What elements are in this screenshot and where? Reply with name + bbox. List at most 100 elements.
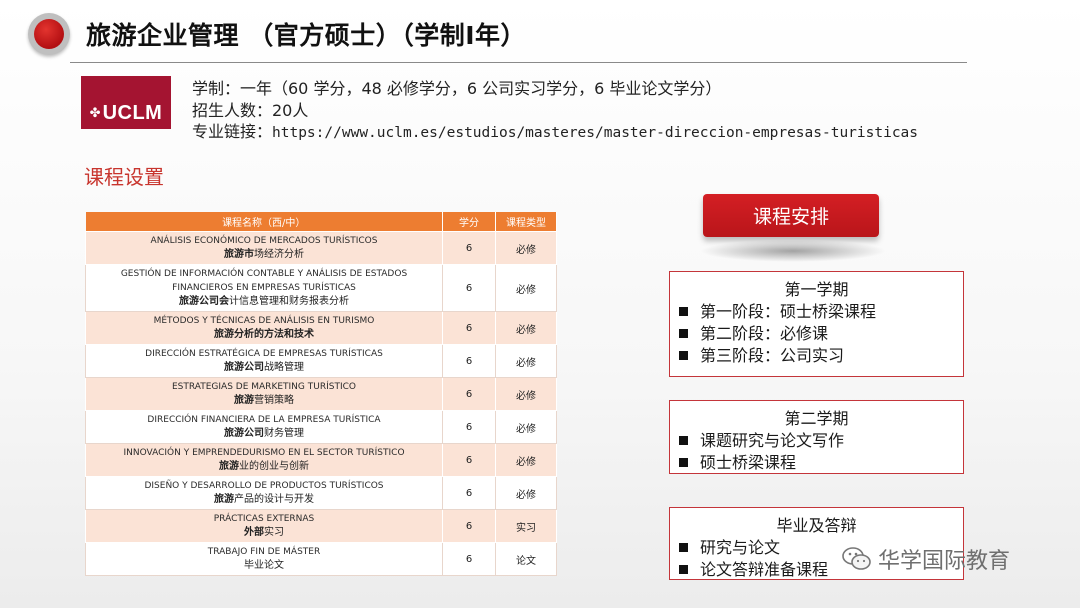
course-name-es: PRÁCTICAS EXTERNAS	[213, 514, 315, 524]
course-name-es: INNOVACIÓN Y EMPRENDEDURISMO EN EL SECTO…	[123, 448, 405, 458]
table-row: PRÁCTICAS EXTERNAS 外部实习 6 实习	[85, 509, 557, 543]
square-bullet-icon	[679, 458, 688, 467]
course-name-cell: TRABAJO FIN DE MÁSTER 毕业论文	[85, 542, 443, 576]
table-row: DIRECCIÓN FINANCIERA DE LA EMPRESA TURÍS…	[85, 410, 557, 444]
logo-text: UCLM	[102, 102, 163, 124]
watermark: 华学国际教育	[842, 543, 1010, 575]
course-name-zh: 旅游分析的方法和技术	[214, 329, 314, 340]
course-name-es: FINANCIEROS EN EMPRESAS TURÍSTICAS	[172, 283, 356, 293]
course-type-cell: 论文	[495, 542, 557, 576]
course-name-es: ANÁLISIS ECONÓMICO DE MERCADOS TURÍSTICO…	[150, 236, 378, 246]
course-name-zh: 旅游公司战略管理	[224, 362, 304, 373]
course-type-cell: 必修	[495, 443, 557, 477]
course-type-cell: 必修	[495, 311, 557, 345]
link-label: 专业链接：	[192, 122, 273, 141]
list-item: 第一阶段：硕士桥梁课程	[679, 301, 963, 323]
table-row: TRABAJO FIN DE MÁSTER 毕业论文 6 论文	[85, 542, 557, 576]
course-credits-cell: 6	[442, 344, 496, 378]
course-name-cell: GESTIÓN DE INFORMACIÓN CONTABLE Y ANÁLIS…	[85, 264, 443, 312]
course-name-es: DIRECCIÓN ESTRATÉGICA DE EMPRESAS TURÍST…	[145, 349, 383, 359]
list-item: 课题研究与论文写作	[679, 430, 963, 452]
course-name-cell: INNOVACIÓN Y EMPRENDEDURISMO EN EL SECTO…	[85, 443, 443, 477]
course-name-es: GESTIÓN DE INFORMACIÓN CONTABLE Y ANÁLIS…	[120, 269, 408, 279]
table-row: GESTIÓN DE INFORMACIÓN CONTABLE Y ANÁLIS…	[85, 264, 557, 312]
enrollment-line: 招生人数：20人	[192, 100, 309, 120]
block-title: 第二学期	[784, 409, 849, 428]
table-row: DIRECCIÓN ESTRATÉGICA DE EMPRESAS TURÍST…	[85, 344, 557, 378]
uclm-emblem-icon: ✤	[89, 106, 101, 121]
course-type-cell: 必修	[495, 377, 557, 411]
course-name-cell: DISEÑO Y DESARROLLO DE PRODUCTOS TURÍSTI…	[85, 476, 443, 510]
program-link[interactable]: https://www.uclm.es/estudios/masteres/ma…	[272, 125, 918, 141]
course-credits-cell: 6	[442, 476, 496, 510]
course-credits-cell: 6	[442, 443, 496, 477]
square-bullet-icon	[679, 565, 688, 574]
course-credits-cell: 6	[442, 311, 496, 345]
course-name-cell: PRÁCTICAS EXTERNAS 外部实习	[85, 509, 443, 543]
course-name-cell: DIRECCIÓN FINANCIERA DE LA EMPRESA TURÍS…	[85, 410, 443, 444]
course-type-cell: 必修	[495, 264, 557, 312]
course-name-es: DISEÑO Y DESARROLLO DE PRODUCTOS TURÍSTI…	[144, 481, 384, 491]
course-credits-cell: 6	[442, 542, 496, 576]
list-item: 第三阶段：公司实习	[679, 345, 963, 367]
course-credits-cell: 6	[442, 509, 496, 543]
table-row: ESTRATEGIAS DE MARKETING TURÍSTICO 旅游营销策略…	[85, 377, 557, 411]
table-row: ANÁLISIS ECONÓMICO DE MERCADOS TURÍSTICO…	[85, 231, 557, 265]
schedule-block-2: 第二学期 课题研究与论文写作 硕士桥梁课程	[669, 400, 964, 474]
course-type-cell: 必修	[495, 476, 557, 510]
title-bullet-icon	[28, 13, 70, 55]
course-name-zh: 旅游公司财务管理	[224, 428, 304, 439]
course-credits-cell: 6	[442, 264, 496, 312]
course-name-es: ESTRATEGIAS DE MARKETING TURÍSTICO	[172, 382, 356, 392]
header-course-name: 课程名称（西/中）	[85, 212, 443, 232]
square-bullet-icon	[679, 543, 688, 552]
course-credits-cell: 6	[442, 377, 496, 411]
course-name-zh: 旅游市场经济分析	[224, 249, 304, 260]
course-name-zh: 毕业论文	[244, 560, 284, 571]
table-row: INNOVACIÓN Y EMPRENDEDURISMO EN EL SECTO…	[85, 443, 557, 477]
square-bullet-icon	[679, 307, 688, 316]
duration-line: 学制：一年（60 学分，48 必修学分，6 公司实习学分，6 毕业论文学分）	[192, 79, 722, 98]
course-name-es: DIRECCIÓN FINANCIERA DE LA EMPRESA TURÍS…	[147, 415, 381, 425]
course-name-cell: ESTRATEGIAS DE MARKETING TURÍSTICO 旅游营销策略	[85, 377, 443, 411]
schedule-button[interactable]: 课程安排	[703, 194, 879, 237]
wechat-icon	[842, 547, 871, 570]
course-credits-cell: 6	[442, 410, 496, 444]
course-name-zh: 外部实习	[244, 527, 284, 538]
course-type-cell: 必修	[495, 344, 557, 378]
course-type-cell: 必修	[495, 231, 557, 265]
title-divider	[70, 62, 967, 63]
list-item: 第二阶段：必修课	[679, 323, 963, 345]
header-credits: 学分	[442, 212, 496, 232]
watermark-text: 华学国际教育	[878, 549, 1011, 574]
schedule-block-1: 第一学期 第一阶段：硕士桥梁课程 第二阶段：必修课 第三阶段：公司实习	[669, 271, 964, 377]
square-bullet-icon	[679, 436, 688, 445]
course-name-zh: 旅游业的创业与创新	[219, 461, 309, 472]
table-row: MÉTODOS Y TÉCNICAS DE ANÁLISIS EN TURISM…	[85, 311, 557, 345]
course-credits-cell: 6	[442, 231, 496, 265]
uclm-logo: ✤ UCLM	[81, 76, 171, 129]
block-title: 毕业及答辩	[776, 516, 857, 535]
course-table: 课程名称（西/中） 学分 课程类型 ANÁLISIS ECONÓMICO DE …	[85, 212, 557, 576]
course-type-cell: 实习	[495, 509, 557, 543]
course-name-es: MÉTODOS Y TÉCNICAS DE ANÁLISIS EN TURISM…	[153, 316, 375, 326]
table-header-row: 课程名称（西/中） 学分 课程类型	[85, 212, 557, 232]
table-row: DISEÑO Y DESARROLLO DE PRODUCTOS TURÍSTI…	[85, 476, 557, 510]
course-name-zh: 旅游营销策略	[234, 395, 294, 406]
block-title: 第一学期	[784, 280, 849, 299]
program-info: 学制：一年（60 学分，48 必修学分，6 公司实习学分，6 毕业论文学分） 招…	[192, 78, 918, 145]
course-name-cell: DIRECCIÓN ESTRATÉGICA DE EMPRESAS TURÍST…	[85, 344, 443, 378]
course-type-cell: 必修	[495, 410, 557, 444]
header-course-type: 课程类型	[495, 212, 557, 232]
list-item: 硕士桥梁课程	[679, 452, 963, 474]
button-shadow	[700, 240, 886, 262]
course-name-zh: 旅游公司会计信息管理和财务报表分析	[179, 296, 349, 307]
link-line: 专业链接：https://www.uclm.es/estudios/master…	[192, 121, 918, 145]
course-name-cell: MÉTODOS Y TÉCNICAS DE ANÁLISIS EN TURISM…	[85, 311, 443, 345]
course-name-es: TRABAJO FIN DE MÁSTER	[207, 547, 321, 557]
square-bullet-icon	[679, 351, 688, 360]
course-name-zh: 旅游产品的设计与开发	[214, 494, 314, 505]
page-title: 旅游企业管理 （官方硕士）（学制Ⅰ年）	[86, 21, 527, 50]
square-bullet-icon	[679, 329, 688, 338]
course-name-cell: ANÁLISIS ECONÓMICO DE MERCADOS TURÍSTICO…	[85, 231, 443, 265]
